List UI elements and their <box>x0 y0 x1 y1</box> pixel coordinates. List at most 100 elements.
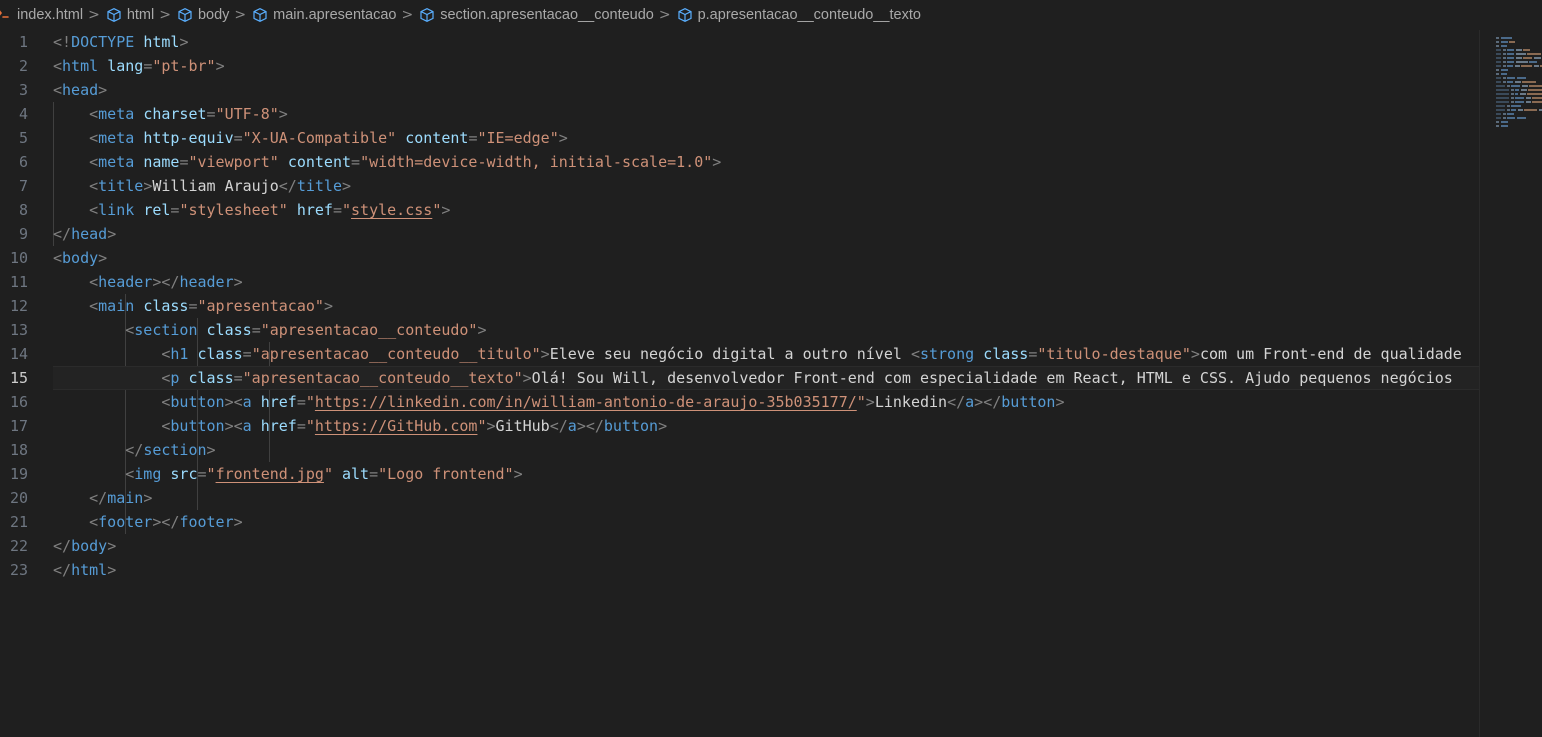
minimap-block <box>1511 108 1516 112</box>
line-number: 15 <box>9 369 28 387</box>
code-token: link <box>98 201 135 219</box>
minimap-block <box>1507 80 1513 84</box>
code-token: "Logo frontend" <box>378 465 514 483</box>
code-link[interactable]: https://GitHub.com <box>315 417 478 435</box>
minimap-block <box>1511 84 1520 88</box>
breadcrumb-item-2[interactable]: body <box>176 7 230 23</box>
line-number: 7 <box>18 177 28 195</box>
code-line[interactable]: <head> <box>53 78 1542 102</box>
code-token: < <box>910 345 920 363</box>
code-line[interactable]: <button><a href="https://linkedin.com/in… <box>53 390 1542 414</box>
code-token: href <box>260 417 297 435</box>
minimap-block <box>1496 48 1501 52</box>
code-line[interactable]: </main> <box>53 486 1542 510</box>
breadcrumb-item-0[interactable]: index.html <box>16 7 84 23</box>
code-token: </ <box>53 225 72 243</box>
breadcrumb-item-1[interactable]: html <box>105 7 155 23</box>
minimap-block <box>1500 120 1508 124</box>
code-token: footer <box>179 513 234 531</box>
code-token: main <box>107 489 144 507</box>
code-token: > <box>143 177 153 195</box>
breadcrumb-item-3[interactable]: main.apresentacao <box>251 7 397 23</box>
code-token: > <box>522 369 532 387</box>
minimap-block <box>1523 48 1530 52</box>
symbol-element-icon <box>177 7 193 23</box>
code-line[interactable]: <meta name="viewport" content="width=dev… <box>53 150 1542 174</box>
code-line[interactable]: </body> <box>53 534 1542 558</box>
code-content[interactable]: <!DOCTYPE html> <html lang="pt-br"> <head>… <box>45 30 1542 582</box>
code-token: "width=device-width, initial-scale=1.0" <box>360 153 713 171</box>
code-line[interactable]: </section> <box>53 438 1542 462</box>
code-line[interactable]: </head> <box>53 222 1542 246</box>
line-number: 16 <box>9 393 28 411</box>
code-token: < <box>89 129 99 147</box>
code-token: head <box>62 81 99 99</box>
code-token: > <box>179 33 189 51</box>
code-link[interactable]: style.css <box>351 201 432 219</box>
code-line[interactable]: <main class="apresentacao"> <box>53 294 1542 318</box>
code-line[interactable]: <header></header> <box>53 270 1542 294</box>
minimap-block <box>1515 52 1526 56</box>
code-token: strong <box>919 345 975 363</box>
code-token: > <box>486 417 496 435</box>
minimap[interactable] <box>1480 30 1542 737</box>
code-line[interactable]: <meta http-equiv="X-UA-Compatible" conte… <box>53 126 1542 150</box>
code-line[interactable]: <link rel="stylesheet" href="style.css"> <box>53 198 1542 222</box>
code-line[interactable]: <img src="frontend.jpg" alt="Logo fronte… <box>53 462 1542 486</box>
breadcrumb-separator-icon: > <box>658 7 671 23</box>
code-token: < <box>89 273 99 291</box>
code-line[interactable]: <section class="apresentacao__conteudo"> <box>53 318 1542 342</box>
minimap-block <box>1525 100 1531 104</box>
code-line[interactable]: <h1 class="apresentacao__conteudo__titul… <box>53 342 1542 366</box>
code-token: = <box>143 57 153 75</box>
code-line[interactable]: <title>William Araujo</title> <box>53 174 1542 198</box>
code-token: button <box>1001 393 1056 411</box>
code-line[interactable]: <footer></footer> <box>53 510 1542 534</box>
code-line[interactable]: <body> <box>53 246 1542 270</box>
code-token: > <box>323 297 333 315</box>
minimap-block <box>1515 48 1522 52</box>
minimap-block <box>1496 76 1501 80</box>
code-line[interactable]: <meta charset="UTF-8"> <box>53 102 1542 126</box>
line-number: 22 <box>9 537 28 555</box>
breadcrumb-item-5[interactable]: p.apresentacao__conteudo__texto <box>676 7 922 23</box>
code-token: Eleve seu negócio digital a outro nível <box>549 345 911 363</box>
code-link[interactable]: frontend.jpg <box>216 465 324 483</box>
minimap-block <box>1515 100 1524 104</box>
minimap-block <box>1500 124 1508 128</box>
breadcrumb-item-label: index.html <box>17 7 84 23</box>
code-link[interactable]: https://linkedin.com/in/william-antonio-… <box>315 393 857 411</box>
minimap-block <box>1496 52 1501 56</box>
breadcrumb-item-4[interactable]: section.apresentacao__conteudo <box>418 7 655 23</box>
code-token: = <box>251 321 261 339</box>
code-token: h1 <box>170 345 189 363</box>
code-line[interactable]: </html> <box>53 558 1542 582</box>
code-viewport[interactable]: <!DOCTYPE html> <html lang="pt-br"> <head>… <box>45 30 1542 737</box>
line-number: 3 <box>18 81 28 99</box>
code-line[interactable]: <p class="apresentacao__conteudo__texto"… <box>53 366 1542 390</box>
line-number: 4 <box>18 105 28 123</box>
code-token: meta <box>98 129 135 147</box>
minimap-block <box>1507 112 1514 116</box>
code-token: a <box>242 417 252 435</box>
code-line[interactable]: <button><a href="https://GitHub.com">Git… <box>53 414 1542 438</box>
code-token: ></ <box>974 393 1002 411</box>
minimap-block <box>1507 60 1514 64</box>
minimap-block <box>1500 40 1508 44</box>
code-line[interactable]: <html lang="pt-br"> <box>53 54 1542 78</box>
breadcrumb-item-label: section.apresentacao__conteudo <box>440 7 654 23</box>
code-editor[interactable]: 1 2 3 4 5 6 7 8 9 10 11 12 13 14 15 16 17 18 19 20 21 22 23 <!… <box>0 30 1542 737</box>
code-token: < <box>89 177 99 195</box>
minimap-block <box>1529 84 1542 88</box>
code-token: name <box>143 153 180 171</box>
code-token: header <box>98 273 153 291</box>
code-line[interactable]: <!DOCTYPE html> <box>53 30 1542 54</box>
code-token: a <box>965 393 975 411</box>
code-token: body <box>71 537 108 555</box>
code-token: > <box>107 561 117 579</box>
